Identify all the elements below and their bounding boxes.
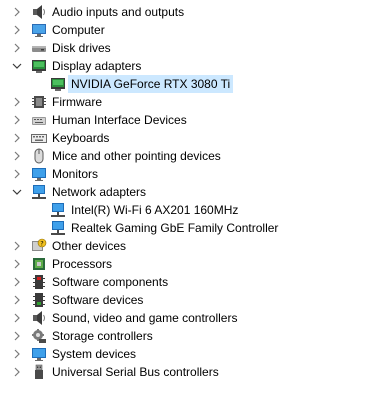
display-adapter-icon [50, 76, 66, 92]
tree-item-label: Human Interface Devices [52, 113, 187, 127]
chevron-down-icon[interactable] [12, 61, 22, 71]
tree-item-processors[interactable]: Processors [0, 255, 373, 273]
chevron-right-icon[interactable] [12, 169, 22, 179]
tree-item-sound-video-and-game-controllers[interactable]: Sound, video and game controllers [0, 309, 373, 327]
firmware-icon [31, 94, 47, 110]
chevron-right-icon[interactable] [12, 331, 22, 341]
network-adapter-icon [50, 202, 66, 218]
tree-item-other-devices[interactable]: ? Other devices [0, 237, 373, 255]
tree-item-mice-and-other-pointing-devices[interactable]: Mice and other pointing devices [0, 147, 373, 165]
chevron-right-icon[interactable] [12, 7, 22, 17]
processor-icon [31, 256, 47, 272]
tree-item-human-interface-devices[interactable]: Human Interface Devices [0, 111, 373, 129]
chevron-right-icon[interactable] [12, 367, 22, 377]
chevron-right-icon[interactable] [12, 43, 22, 53]
chevron-right-icon[interactable] [12, 241, 22, 251]
network-adapter-icon [31, 184, 47, 200]
tree-item-computer[interactable]: Computer [0, 21, 373, 39]
monitor-icon [31, 166, 47, 182]
tree-item-label: Mice and other pointing devices [52, 149, 221, 163]
tree-item-label: NVIDIA GeForce RTX 3080 Ti [71, 77, 231, 91]
chevron-down-icon[interactable] [12, 187, 22, 197]
tree-item-monitors[interactable]: Monitors [0, 165, 373, 183]
sound-icon [31, 310, 47, 326]
chevron-right-icon[interactable] [12, 97, 22, 107]
tree-item-nvidia-geforce-rtx-3080-ti[interactable]: NVIDIA GeForce RTX 3080 Ti [0, 75, 373, 93]
chevron-right-icon[interactable] [12, 313, 22, 323]
speaker-icon [31, 4, 47, 20]
system-device-icon [31, 346, 47, 362]
tree-item-label: Computer [52, 23, 105, 37]
computer-icon [31, 22, 47, 38]
tree-item-label: Disk drives [52, 41, 111, 55]
chevron-right-icon[interactable] [12, 277, 22, 287]
tree-item-disk-drives[interactable]: Disk drives [0, 39, 373, 57]
tree-item-label: Sound, video and game controllers [52, 311, 238, 325]
chevron-right-icon[interactable] [12, 259, 22, 269]
tree-item-label: Keyboards [52, 131, 110, 145]
unknown-device-icon: ? [31, 238, 47, 254]
chevron-right-icon[interactable] [12, 25, 22, 35]
tree-item-label: Other devices [52, 239, 127, 253]
mouse-icon [31, 148, 47, 164]
display-adapter-icon [31, 58, 47, 74]
chevron-right-icon[interactable] [12, 115, 22, 125]
tree-item-storage-controllers[interactable]: Storage controllers [0, 327, 373, 345]
tree-item-universal-serial-bus-controllers[interactable]: Universal Serial Bus controllers [0, 363, 373, 381]
tree-item-intel-wifi-6-ax201[interactable]: Intel(R) Wi-Fi 6 AX201 160MHz [0, 201, 373, 219]
usb-icon [31, 364, 47, 380]
tree-item-firmware[interactable]: Firmware [0, 93, 373, 111]
disk-drive-icon [31, 40, 47, 56]
tree-item-label: Software components [52, 275, 169, 289]
tree-item-label: Processors [52, 257, 113, 271]
tree-item-label: Monitors [52, 167, 99, 181]
tree-item-display-adapters[interactable]: Display adapters [0, 57, 373, 75]
tree-item-software-devices[interactable]: Software devices [0, 291, 373, 309]
network-adapter-icon [50, 220, 66, 236]
tree-item-software-components[interactable]: Software components [0, 273, 373, 291]
chevron-right-icon[interactable] [12, 133, 22, 143]
tree-item-label: Firmware [52, 95, 102, 109]
tree-item-system-devices[interactable]: System devices [0, 345, 373, 363]
tree-item-label: Storage controllers [52, 329, 153, 343]
tree-item-label: System devices [52, 347, 137, 361]
tree-item-label: Intel(R) Wi-Fi 6 AX201 160MHz [71, 203, 239, 217]
tree-item-audio-inputs-and-outputs[interactable]: Audio inputs and outputs [0, 3, 373, 21]
tree-item-label: Universal Serial Bus controllers [52, 365, 219, 379]
chevron-right-icon[interactable] [12, 295, 22, 305]
tree-item-label: Software devices [52, 293, 144, 307]
tree-item-label: Network adapters [52, 185, 147, 199]
tree-item-realtek-gaming-gbe[interactable]: Realtek Gaming GbE Family Controller [0, 219, 373, 237]
tree-item-label: Realtek Gaming GbE Family Controller [71, 221, 279, 235]
tree-item-label: Display adapters [52, 59, 142, 73]
storage-controller-icon [31, 328, 47, 344]
keyboard-icon [31, 130, 47, 146]
chevron-right-icon[interactable] [12, 151, 22, 161]
hid-icon [31, 112, 47, 128]
tree-item-keyboards[interactable]: Keyboards [0, 129, 373, 147]
tree-item-network-adapters[interactable]: Network adapters [0, 183, 373, 201]
device-tree: Audio inputs and outputs Computer Disk d… [0, 3, 373, 381]
tree-item-label: Audio inputs and outputs [52, 5, 185, 19]
chevron-right-icon[interactable] [12, 349, 22, 359]
software-component-icon [31, 274, 47, 290]
software-device-icon [31, 292, 47, 308]
svg-text:?: ? [40, 239, 43, 247]
